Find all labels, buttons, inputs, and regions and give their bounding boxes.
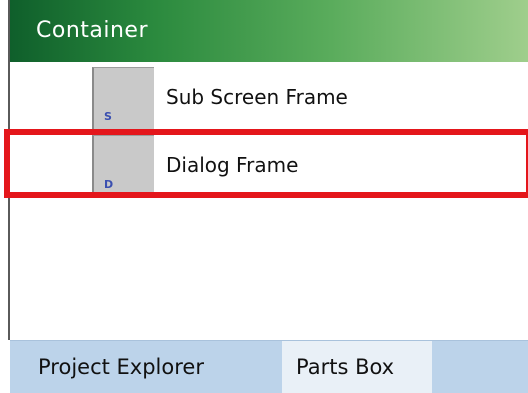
sub-screen-frame-icon: S	[92, 67, 154, 129]
bottom-tab-bar: Project Explorer Parts Box	[10, 340, 528, 393]
highlight-box	[4, 129, 528, 198]
list-item-sub-screen-frame[interactable]: S Sub Screen Frame	[10, 62, 528, 129]
tab-project-explorer[interactable]: Project Explorer	[10, 341, 280, 393]
parts-box-panel: Container S Sub Screen Frame D Dialog Fr…	[0, 0, 528, 393]
parts-list: S Sub Screen Frame D Dialog Frame	[10, 62, 528, 340]
tab-parts-box[interactable]: Parts Box	[282, 341, 432, 393]
category-header-container[interactable]: Container	[10, 0, 528, 62]
list-item-label: Sub Screen Frame	[166, 85, 348, 109]
icon-letter: S	[104, 110, 112, 123]
